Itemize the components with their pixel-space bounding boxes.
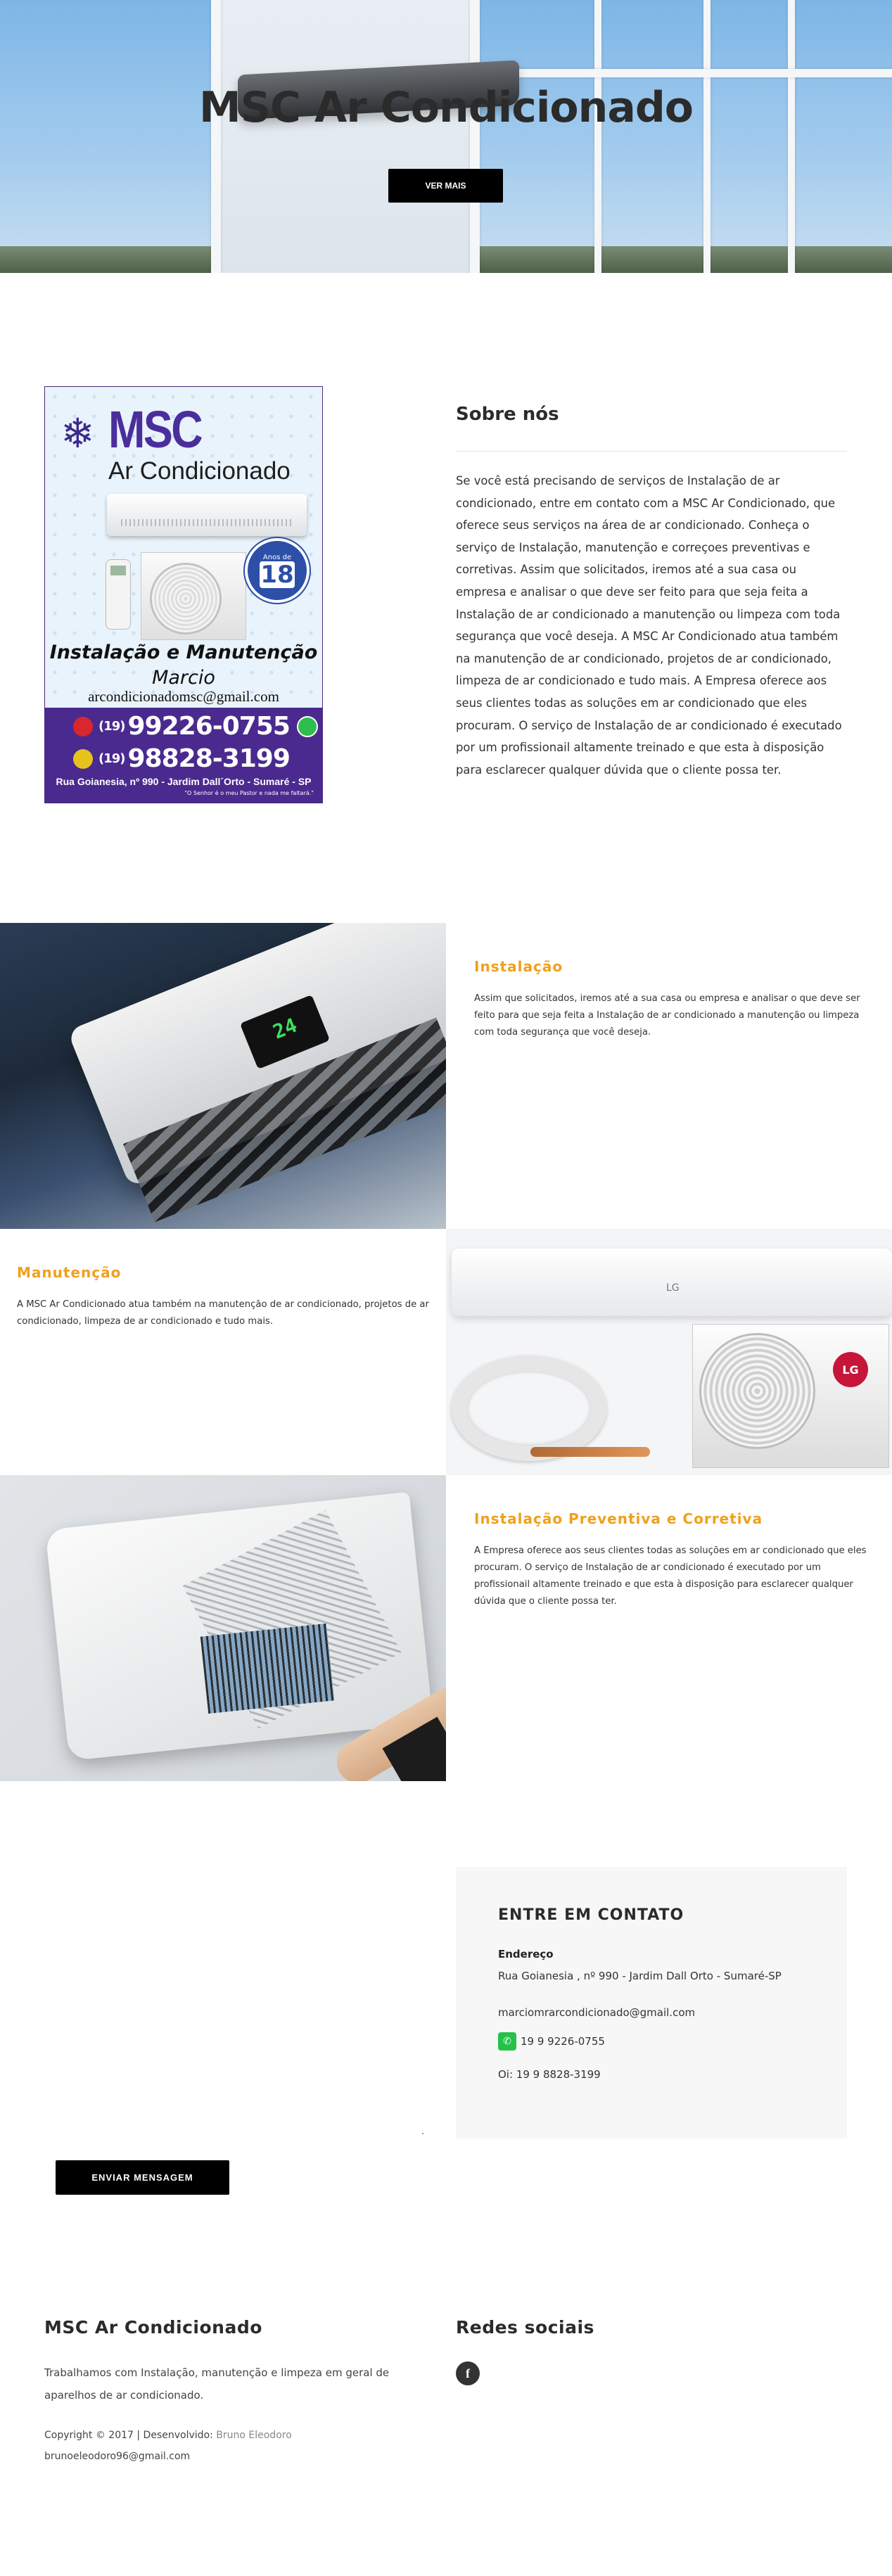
whatsapp-icon (296, 715, 318, 737)
whatsapp-icon: ✆ (498, 2032, 516, 2051)
service-title: Manutenção (17, 1264, 122, 1281)
footer-brand-heading: MSC Ar Condicionado (44, 2317, 262, 2338)
window-frame (788, 0, 795, 273)
service-title: Instalação Preventiva e Corretiva (474, 1510, 763, 1527)
flyer-phone-2: (19) 98828-3199 (73, 744, 291, 773)
footer-brand-text: Trabalhamos com Instalação, manutenção e… (44, 2366, 390, 2402)
about-body: Se você está precisando de serviços de I… (456, 474, 842, 777)
window-view-right (475, 0, 892, 273)
service-title: Instalação (474, 958, 563, 975)
footer-about: MSC Ar Condicionado Trabalhamos com Inst… (44, 2317, 410, 2467)
whatsapp-row[interactable]: ✆ 19 9 9226-0755 (498, 2032, 805, 2051)
wall (215, 0, 475, 273)
about-heading: Sobre nós (456, 404, 559, 425)
fan-grille (699, 1333, 815, 1449)
ver-mais-button[interactable]: VER MAIS (388, 169, 503, 203)
phone-number: 99226-0755 (127, 712, 291, 741)
divider (456, 451, 847, 452)
about-section: ❄ MSC Ar Condicionado Anos de 18 Instala… (0, 273, 892, 923)
service-description: A Empresa oferece aos seus clientes toda… (474, 1545, 867, 1607)
window-frame (211, 0, 221, 273)
badge-number: 18 (260, 560, 295, 589)
trees (0, 246, 215, 273)
developer-link[interactable]: Bruno Eleodoro (216, 2430, 292, 2441)
copyright: Copyright © 2017 | Desenvolvido: Bruno E… (44, 2425, 410, 2467)
flyer-phone-1: (19) 99226-0755 (73, 712, 318, 741)
operator-icon (73, 716, 93, 737)
footer-social: Redes sociais f (456, 2317, 847, 2385)
window-frame (475, 69, 892, 77)
ac-closeup-image (0, 923, 446, 1229)
hero-section: MSC Ar Condicionado VER MAIS (0, 0, 892, 273)
window-frame (470, 0, 480, 273)
service-instalacao: Instalação Assim que solicitados, iremos… (0, 923, 892, 1229)
ac-repair-image (0, 1475, 446, 1781)
flyer-service: Instalação e Manutenção (49, 642, 318, 663)
service-manutencao: Manutenção A MSC Ar Condicionado atua ta… (0, 1229, 892, 1475)
window-frame (594, 0, 601, 273)
snowflake-icon: ❄ (60, 409, 95, 457)
service-text: Instalação Assim que solicitados, iremos… (446, 923, 892, 1229)
pipe-coil (452, 1356, 606, 1461)
dot (422, 2133, 423, 2134)
trees (475, 246, 892, 273)
indoor-unit (452, 1249, 892, 1316)
social-heading: Redes sociais (456, 2317, 594, 2338)
business-flyer: ❄ MSC Ar Condicionado Anos de 18 Instala… (44, 386, 323, 803)
oi-phone: Oi: 19 9 8828-3199 (498, 2068, 601, 2081)
ac-coils (200, 1623, 335, 1714)
lg-ac-kit-image: LG (446, 1229, 892, 1475)
remote-image (106, 559, 131, 630)
copyright-text: Copyright © 2017 | Desenvolvido: (44, 2430, 217, 2441)
service-preventiva: Instalação Preventiva e Corretiva A Empr… (0, 1475, 892, 1781)
years-badge: Anos de 18 (245, 538, 310, 603)
flyer-brand: MSC (108, 400, 203, 459)
area-code: (19) (98, 751, 126, 766)
footer: MSC Ar Condicionado Trabalhamos com Inst… (0, 2317, 892, 2504)
contact-email[interactable]: marciomrarcondicionado@gmail.com (498, 2006, 805, 2020)
flyer-slogan: "O Senhor é o meu Pastor e nada me falta… (184, 790, 314, 796)
flyer-person: Marcio (152, 667, 215, 689)
contact-panel: ENTRE EM CONTATO Endereço Rua Goianesia … (456, 1867, 847, 2138)
service-description: Assim que solicitados, iremos até a sua … (474, 993, 860, 1038)
service-description: A MSC Ar Condicionado atua também na man… (17, 1299, 429, 1327)
window-frame (703, 0, 711, 273)
copper-pipes (530, 1447, 650, 1457)
hero-title: MSC Ar Condicionado (199, 83, 694, 132)
address-label: Endereço (498, 1948, 554, 1960)
lg-logo-icon: LG (833, 1352, 868, 1387)
whatsapp-number: 19 9 9226-0755 (521, 2035, 605, 2048)
condenser-image (141, 552, 246, 640)
flyer-email: arcondicionadomsc@gmail.com (88, 688, 279, 705)
service-text: Manutenção A MSC Ar Condicionado atua ta… (0, 1229, 446, 1475)
area-code: (19) (98, 719, 126, 734)
flyer-brand-sub: Ar Condicionado (108, 457, 291, 485)
badge-text: Anos de (262, 553, 292, 561)
flyer-address: Rua Goianesia, nº 990 - Jardim Dall´Orto… (56, 776, 312, 787)
contact-section: ENTRE EM CONTATO Endereço Rua Goianesia … (0, 1781, 892, 2317)
window-view-left (0, 0, 215, 273)
split-ac-image (107, 494, 307, 536)
developer-email: brunoeleodoro96@gmail.com (44, 2451, 191, 2462)
address-text: Rua Goianesia , nº 990 - Jardim Dall Ort… (498, 1970, 782, 1982)
send-message-button[interactable]: ENVIAR MENSAGEM (56, 2160, 229, 2195)
service-text: Instalação Preventiva e Corretiva A Empr… (446, 1475, 892, 1781)
facebook-icon[interactable]: f (456, 2361, 480, 2385)
contact-heading: ENTRE EM CONTATO (498, 1906, 684, 1924)
phone-number: 98828-3199 (127, 744, 291, 773)
operator-icon (73, 748, 93, 769)
